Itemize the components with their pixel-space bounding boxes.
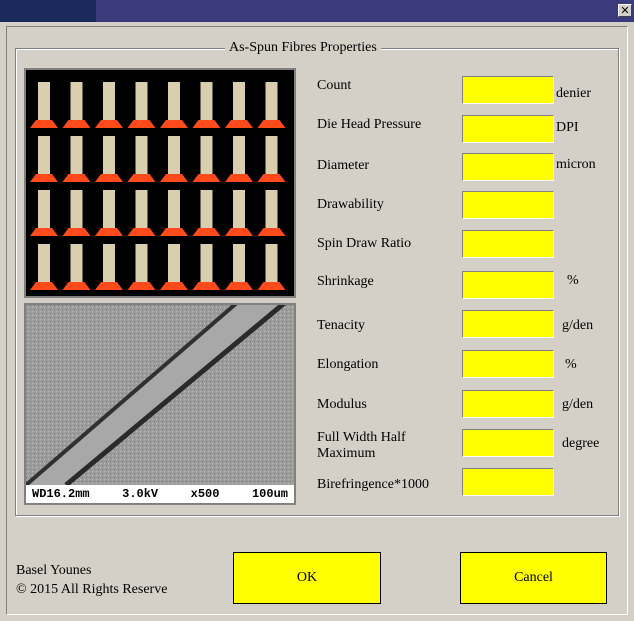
elongation-field[interactable] [462, 350, 554, 378]
diameter-unit: micron [556, 157, 596, 172]
spool-base [95, 120, 123, 128]
tenacity-unit: g/den [562, 318, 594, 333]
die-head-pressure-unit: DPI [556, 120, 579, 135]
tenacity-field[interactable] [462, 310, 554, 338]
spool-base [30, 120, 58, 128]
spool-base [160, 282, 188, 290]
spool-base [257, 228, 286, 236]
fwhm-unit: degree [562, 436, 600, 451]
count-field[interactable] [462, 76, 554, 104]
elongation-unit: % [565, 357, 577, 372]
shrinkage-unit: % [567, 273, 579, 288]
sem-micrograph: WD16.2mm 3.0kV x500 100um [24, 303, 296, 505]
spool-base [160, 120, 188, 128]
spool-base [192, 228, 221, 236]
spool-base [62, 282, 91, 290]
spool-base [95, 282, 123, 290]
spool-base [160, 174, 188, 182]
dialog-window: ✕ As-Spun Fibres Properties WD16.2mm 3.0… [0, 0, 634, 621]
birefringence-label: Birefringence*1000 [317, 477, 429, 492]
sem-working-distance: WD16.2mm [32, 487, 90, 501]
spools-illustration [30, 82, 286, 290]
spool-base [127, 120, 156, 128]
spool-base [192, 282, 221, 290]
fibre-micrograph-illustration [26, 305, 294, 487]
die-head-pressure-label: Die Head Pressure [317, 117, 422, 132]
die-head-pressure-field[interactable] [462, 115, 554, 143]
diameter-field[interactable] [462, 153, 554, 181]
spool-base [192, 120, 221, 128]
spool-base [257, 282, 286, 290]
spool-base [225, 282, 253, 290]
copyright-text: © 2015 All Rights Reserve [16, 582, 168, 597]
spool-base [127, 228, 156, 236]
sem-scale: 100um [251, 487, 288, 501]
spool-base [30, 228, 58, 236]
shrinkage-field[interactable] [462, 271, 554, 299]
spool-base [225, 120, 253, 128]
spool-base [95, 174, 123, 182]
modulus-unit: g/den [562, 397, 594, 412]
groupbox-title: As-Spun Fibres Properties [225, 40, 381, 56]
tenacity-label: Tenacity [317, 318, 365, 333]
author-text: Basel Younes [16, 563, 92, 578]
spool-base [62, 174, 91, 182]
drawability-field[interactable] [462, 191, 554, 219]
modulus-label: Modulus [317, 397, 367, 412]
shrinkage-label: Shrinkage [317, 274, 374, 289]
spool-base [30, 174, 58, 182]
fwhm-field[interactable] [462, 429, 554, 457]
birefringence-field[interactable] [462, 468, 554, 496]
spool-base [225, 228, 253, 236]
spool-base [62, 228, 91, 236]
modulus-field[interactable] [462, 390, 554, 418]
title-bar-icon-area [0, 0, 96, 22]
spin-draw-ratio-field[interactable] [462, 230, 554, 258]
spools-photo [24, 68, 296, 298]
spool-base [62, 120, 91, 128]
sem-magnification: x500 [190, 487, 220, 501]
spool-base [127, 282, 156, 290]
spool-base [160, 228, 188, 236]
spool-base [30, 282, 58, 290]
cancel-button[interactable]: Cancel [460, 552, 607, 604]
spool-base [127, 174, 156, 182]
sem-caption-bar: WD16.2mm 3.0kV x500 100um [26, 485, 294, 503]
fwhm-label: Full Width Half Maximum [317, 430, 406, 461]
ok-button[interactable]: OK [233, 552, 381, 604]
spool-base [257, 174, 286, 182]
diameter-label: Diameter [317, 158, 370, 173]
drawability-label: Drawability [317, 197, 384, 212]
sem-voltage: 3.0kV [122, 487, 159, 501]
spool-base [95, 228, 123, 236]
count-unit: denier [556, 86, 591, 101]
title-bar[interactable]: ✕ [0, 0, 634, 22]
elongation-label: Elongation [317, 357, 379, 372]
spin-draw-ratio-label: Spin Draw Ratio [317, 236, 412, 251]
close-button[interactable]: ✕ [618, 4, 632, 17]
spool-base [257, 120, 286, 128]
spool-base [225, 174, 253, 182]
spool-base [192, 174, 221, 182]
count-label: Count [317, 78, 352, 93]
